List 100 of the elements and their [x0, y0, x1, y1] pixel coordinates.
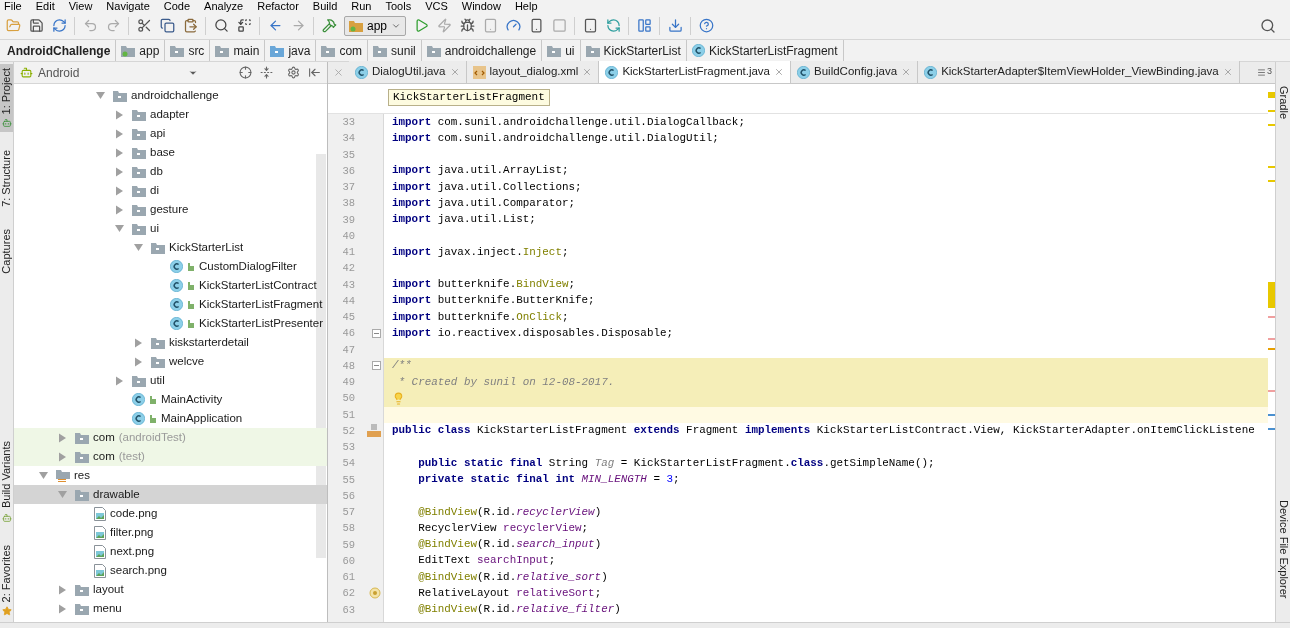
editor-tab[interactable]: KickStarterAdapter$ItemViewHolder_ViewBinding.java: [918, 61, 1240, 83]
tool-window-tab[interactable]: Gradle: [1276, 82, 1290, 124]
tree-item[interactable]: api: [14, 124, 327, 143]
tree-item[interactable]: res: [14, 466, 327, 485]
collapse-all-icon[interactable]: [260, 66, 273, 79]
close-tab-icon[interactable]: [901, 67, 912, 77]
tooltip: KickStarterListFragment: [388, 89, 550, 106]
tree-item[interactable]: filter.png: [14, 523, 327, 542]
breadcrumb-item[interactable]: src: [165, 40, 211, 61]
menubar-title[interactable]: File: [4, 0, 22, 12]
tree-item[interactable]: di: [14, 181, 327, 200]
line-number: 38: [342, 197, 355, 210]
tree-item[interactable]: KickStarterListFragment: [14, 295, 327, 314]
menubar-title[interactable]: Analyze: [204, 0, 244, 12]
image-file-icon: [94, 506, 106, 521]
class-gutter-icon[interactable]: [367, 424, 381, 438]
tree-item[interactable]: search.png: [14, 561, 327, 580]
code-line: @BindView(R.id.relative_filter): [417, 603, 621, 617]
tree-item[interactable]: androidchallenge: [14, 86, 327, 105]
tree-item[interactable]: code.png: [14, 504, 327, 523]
close-tab-icon[interactable]: [1222, 67, 1233, 77]
folder-icon: [585, 44, 600, 57]
line-number: 52: [342, 424, 355, 437]
code-line: import butterknife.BindView;: [392, 278, 576, 292]
menubar-title[interactable]: Window: [461, 0, 501, 12]
class-icon: [170, 298, 183, 311]
tool-window-tab[interactable]: Build Variants: [0, 437, 13, 527]
error-stripe[interactable]: [1268, 84, 1275, 622]
run-configuration-dropdown[interactable]: app: [344, 15, 407, 36]
menubar-title[interactable]: Edit: [35, 0, 55, 12]
tree-item[interactable]: menu: [14, 599, 327, 618]
search-icon[interactable]: [1260, 17, 1276, 34]
close-icon[interactable]: [333, 67, 344, 78]
tree-item[interactable]: CustomDialogFilter: [14, 257, 327, 276]
close-tab-icon[interactable]: [449, 67, 460, 77]
tree-item[interactable]: KickStarterList: [14, 238, 327, 257]
hide-panel-icon[interactable]: [308, 66, 321, 79]
editor-tab[interactable]: KickStarterListFragment.java: [599, 61, 791, 83]
menubar-title[interactable]: Navigate: [106, 0, 150, 12]
line-number: 41: [342, 246, 355, 259]
lock-icon: [187, 300, 195, 309]
folder-icon: [132, 222, 146, 235]
code-line: import java.util.List;: [392, 213, 536, 227]
tool-window-tab[interactable]: 7: Structure: [0, 146, 13, 212]
tree-item[interactable]: com (androidTest): [14, 428, 327, 447]
line-number: 44: [342, 294, 355, 307]
folder-icon: [113, 89, 127, 102]
tree-item[interactable]: KickStarterListContract: [14, 276, 327, 295]
tree-item[interactable]: db: [14, 162, 327, 181]
breadcrumb-item[interactable]: main: [210, 40, 266, 61]
settings-icon[interactable]: [287, 66, 300, 79]
menubar-title[interactable]: VCS: [425, 0, 448, 12]
tree-item[interactable]: KickStarterListPresenter: [14, 314, 327, 333]
tree-item[interactable]: util: [14, 371, 327, 390]
folder-icon: [75, 488, 89, 501]
editor-tab[interactable]: BuildConfig.java: [791, 61, 919, 83]
menubar-title[interactable]: Tools: [385, 0, 412, 12]
tree-item[interactable]: welcve: [14, 352, 327, 371]
tree-item[interactable]: gesture: [14, 200, 327, 219]
tree-item[interactable]: layout: [14, 580, 327, 599]
close-tab-icon[interactable]: [774, 67, 784, 77]
folder-icon: [121, 44, 136, 57]
tree-item[interactable]: kiskstarterdetail: [14, 333, 327, 352]
tree-item[interactable]: com (test): [14, 447, 327, 466]
gutter-circle-icon[interactable]: [369, 587, 381, 600]
locate-icon[interactable]: [239, 66, 252, 79]
tool-window-tab[interactable]: Captures: [0, 225, 13, 278]
menubar-title[interactable]: Code: [163, 0, 191, 12]
tree-item[interactable]: ui: [14, 219, 327, 238]
menubar-title[interactable]: Help: [514, 0, 538, 12]
tree-item[interactable]: MainActivity: [14, 390, 327, 409]
tree-item[interactable]: drawable: [14, 485, 327, 504]
folder-icon: [426, 44, 441, 57]
lightbulb-icon[interactable]: [392, 391, 405, 405]
line-number: 63: [342, 603, 355, 616]
folder-icon: [373, 44, 388, 57]
tree-item[interactable]: MainApplication: [14, 409, 327, 428]
line-number: 61: [342, 571, 355, 584]
tree-item[interactable]: base: [14, 143, 327, 162]
xml-file-icon: [472, 65, 486, 79]
tool-window-tab[interactable]: 1: Project: [0, 64, 13, 133]
menubar-title[interactable]: View: [68, 0, 93, 12]
folder-icon: [132, 203, 146, 216]
fold-icon[interactable]: [372, 328, 381, 338]
tab-overflow-button[interactable]: 3: [1254, 61, 1275, 83]
menubar-title[interactable]: Refactor: [257, 0, 299, 12]
editor-tab[interactable]: DialogUtil.java: [349, 61, 467, 83]
editor-tab[interactable]: layout_dialog.xml: [466, 61, 600, 83]
tool-window-tab[interactable]: Device File Explorer: [1276, 495, 1290, 602]
close-tab-icon[interactable]: [582, 67, 593, 77]
menubar-title[interactable]: Build: [312, 0, 338, 12]
tool-window-tab[interactable]: 2: Favorites: [0, 540, 13, 620]
breadcrumb-item[interactable]: AndroidChallenge: [2, 40, 117, 61]
class-icon: [355, 65, 368, 79]
breadcrumb-item[interactable]: app: [116, 40, 166, 61]
tree-item[interactable]: adapter: [14, 105, 327, 124]
menubar-title[interactable]: Run: [351, 0, 372, 12]
fold-icon[interactable]: [372, 361, 381, 371]
tree-item[interactable]: next.png: [14, 542, 327, 561]
breadcrumb-item[interactable]: java: [265, 40, 317, 61]
